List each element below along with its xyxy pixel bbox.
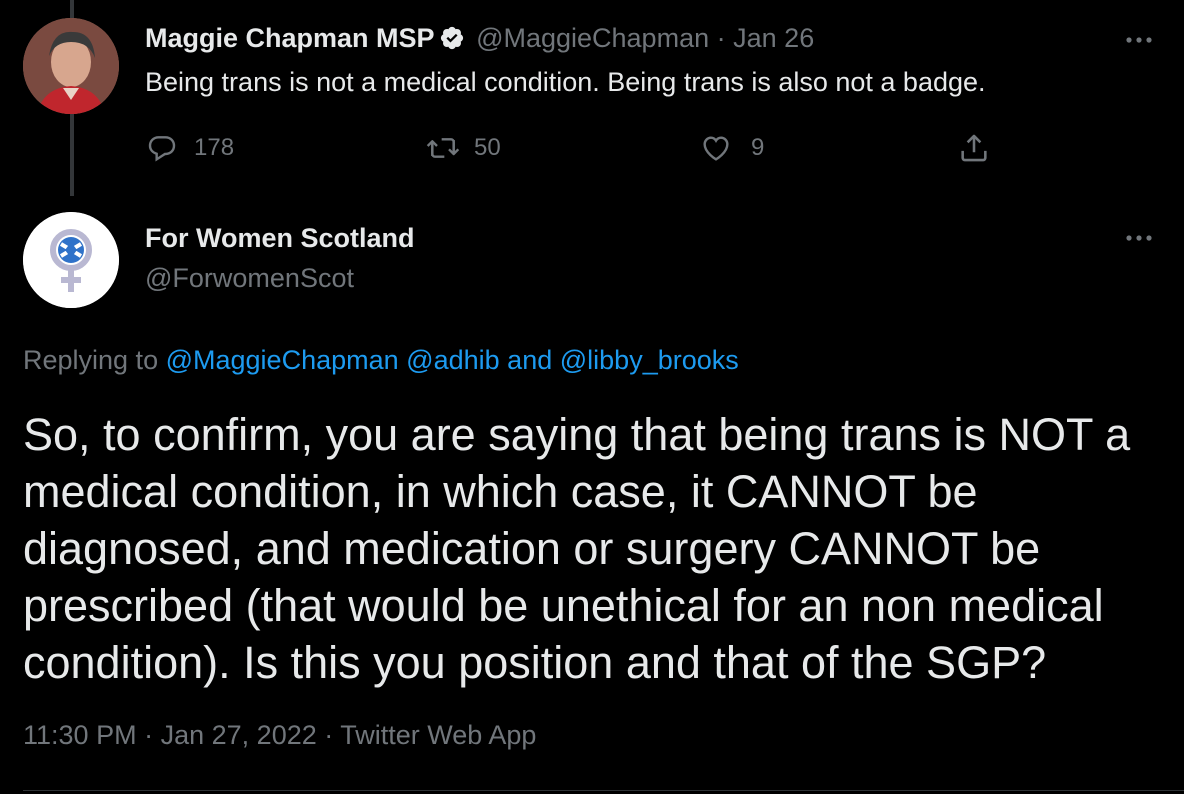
like-button[interactable]: 9 [699,128,764,168]
author-handle[interactable]: @MaggieChapman [476,23,709,53]
reply-tweet-text: So, to confirm, you are saying that bein… [23,409,1131,688]
reply-author-handle-row: @ForwomenScot [145,260,354,296]
author-name[interactable]: For Women Scotland [145,223,415,253]
reply-author-name[interactable]: For Women Scotland [145,220,415,256]
replying-prefix: Replying to [23,345,159,375]
mention-link[interactable]: @libby_brooks [560,345,739,375]
replying-and[interactable]: and [507,345,552,375]
reply-button[interactable]: 178 [146,128,234,168]
header-separator: · [716,23,726,53]
tweet-source[interactable]: Twitter Web App [340,720,536,750]
tweet-date[interactable]: Jan 26 [733,23,814,53]
retweet-icon [424,132,462,164]
tweet-metadata: 11:30 PM · Jan 27, 2022 · Twitter Web Ap… [23,717,536,753]
like-icon [699,132,733,164]
retweet-count: 50 [474,134,501,161]
like-count: 9 [751,134,765,161]
divider [23,790,1184,791]
original-tweet-header: Maggie Chapman MSP @MaggieChapman · Jan … [145,20,814,60]
verified-badge-icon [439,24,465,60]
author-name[interactable]: Maggie Chapman MSP [145,23,435,53]
meta-separator: · [324,720,334,750]
replying-to-line: Replying to @MaggieChapman @adhib and @l… [23,342,739,378]
reply-icon [146,132,178,164]
tweet-full-date[interactable]: Jan 27, 2022 [161,720,317,750]
avatar-for-women-scotland[interactable] [23,212,119,308]
share-icon [957,131,991,165]
mention-link[interactable]: @MaggieChapman [166,345,399,375]
more-icon[interactable] [1124,228,1154,248]
original-tweet-text: Being trans is not a medical condition. … [145,67,986,97]
share-button[interactable] [957,128,991,168]
author-handle[interactable]: @ForwomenScot [145,263,354,293]
meta-separator: · [144,720,154,750]
retweet-button[interactable]: 50 [424,128,501,168]
avatar-maggie-chapman[interactable] [23,18,119,114]
mention-link[interactable]: @adhib [406,345,499,375]
more-icon[interactable] [1124,30,1154,50]
tweet-time[interactable]: 11:30 PM [23,720,137,750]
reply-count: 178 [194,134,235,161]
